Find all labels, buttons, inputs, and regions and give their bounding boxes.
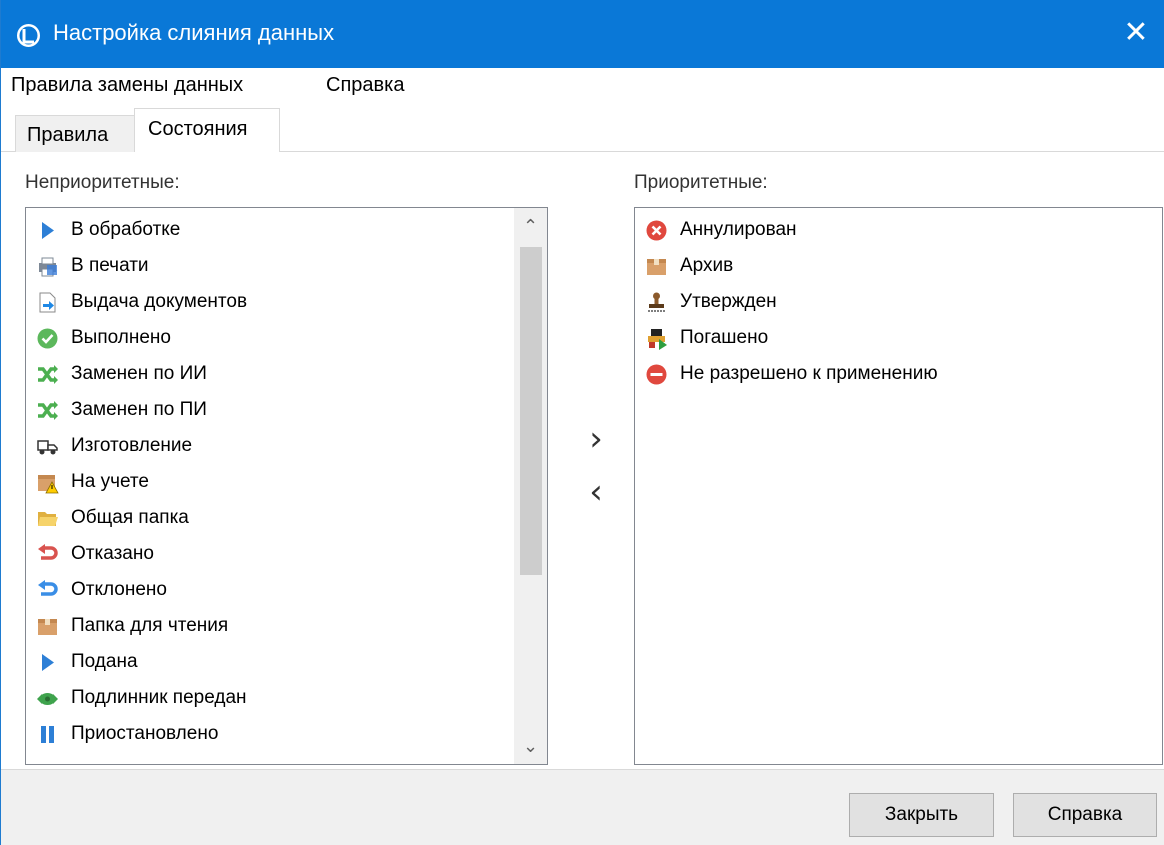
move-to-priority-button[interactable]: › [581, 420, 611, 460]
check-circle-icon [36, 327, 59, 350]
close-window-button[interactable]: ✕ [1107, 0, 1164, 68]
folder-open-icon [36, 507, 59, 530]
list-item-label: Папка для чтения [71, 615, 229, 636]
shuffle-icon [36, 399, 59, 422]
help-button[interactable]: Справка [1013, 793, 1157, 837]
menu-replacement-rules[interactable]: Правила замены данных [11, 74, 243, 97]
list-item[interactable]: В печати [36, 248, 149, 284]
box-icon [36, 615, 59, 638]
shuffle-icon [36, 363, 59, 386]
menu-help[interactable]: Справка [326, 74, 404, 97]
app-logo-icon [16, 23, 41, 48]
list-item-label: Утвержден [680, 291, 777, 312]
list-item-label: Отказано [71, 543, 154, 564]
priority-label: Приоритетные: [634, 172, 768, 193]
list-item-label: На учете [71, 471, 149, 492]
list-item-label: Аннулирован [680, 219, 797, 240]
list-item[interactable]: В обработке [36, 212, 180, 248]
list-item[interactable]: Общая папка [36, 500, 189, 536]
menu-bar: Правила замены данных Справка [1, 68, 1164, 106]
list-item-label: Не разрешено к применению [680, 363, 938, 384]
box-warning-icon [36, 471, 59, 494]
document-arrow-icon [36, 291, 59, 314]
list-item-label: Архив [680, 255, 734, 276]
list-item[interactable]: Отказано [36, 536, 154, 572]
list-item[interactable]: Отклонено [36, 572, 167, 608]
non-priority-list[interactable]: В обработке В печати Выдача документов В… [25, 207, 548, 765]
window-title: Настройка слияния данных [53, 20, 335, 45]
list-item-label: В обработке [71, 219, 181, 240]
list-item[interactable]: Архив [645, 248, 733, 284]
list-item[interactable]: Не разрешено к применению [645, 356, 938, 392]
list-item[interactable]: Заменен по ИИ [36, 356, 207, 392]
list-item[interactable]: Заменен по ПИ [36, 392, 207, 428]
list-item-label: Общая папка [71, 507, 189, 528]
list-item-label: Приостановлено [71, 723, 219, 744]
priority-list[interactable]: Аннулирован Архив Утвержден Погашено Не … [634, 207, 1163, 765]
list-item-label: Подлинник передан [71, 687, 247, 708]
no-entry-icon [645, 363, 668, 386]
list-item[interactable]: Приостановлено [36, 716, 218, 752]
list-item[interactable]: Утвержден [645, 284, 777, 320]
list-item-label: Погашено [680, 327, 769, 348]
button-bar: Закрыть Справка [1, 769, 1164, 845]
list-item[interactable]: Выдача документов [36, 284, 247, 320]
list-item[interactable]: Выполнено [36, 320, 171, 356]
play-arrow-icon [36, 651, 59, 674]
move-to-non-priority-button[interactable]: ‹ [581, 473, 611, 513]
list-item[interactable]: Подлинник передан [36, 680, 247, 716]
states-tab-content: Неприоритетные: Приоритетные: В обработк… [1, 152, 1164, 769]
close-button[interactable]: Закрыть [849, 793, 994, 837]
list-item-label: Отклонено [71, 579, 167, 600]
non-priority-label: Неприоритетные: [25, 172, 180, 193]
tab-rules[interactable]: Правила [15, 115, 135, 152]
list-item[interactable]: Папка для чтения [36, 608, 228, 644]
title-bar[interactable]: Настройка слияния данных ✕ [1, 0, 1164, 68]
stamp-paid-icon [645, 327, 668, 350]
scroll-up-button[interactable]: ⌃ [514, 208, 547, 244]
list-item[interactable]: Подана [36, 644, 138, 680]
cancel-circle-icon [645, 219, 668, 242]
list-item[interactable]: На учете [36, 464, 149, 500]
list-item-label: Заменен по ПИ [71, 399, 207, 420]
pause-icon [36, 723, 59, 746]
undo-blue-icon [36, 579, 59, 602]
scroll-thumb[interactable] [520, 247, 542, 575]
list-item-label: Выполнено [71, 327, 171, 348]
play-arrow-icon [36, 219, 59, 242]
list-item-label: Подана [71, 651, 138, 672]
vertical-scrollbar[interactable]: ⌃ ⌄ [514, 208, 547, 764]
stamp-icon [645, 291, 668, 314]
list-item-label: В печати [71, 255, 149, 276]
undo-red-icon [36, 543, 59, 566]
scroll-down-button[interactable]: ⌄ [514, 728, 547, 764]
list-item[interactable]: Погашено [645, 320, 768, 356]
list-item[interactable]: Аннулирован [645, 212, 797, 248]
merge-settings-window: Настройка слияния данных ✕ Правила замен… [0, 0, 1164, 845]
list-item[interactable]: Изготовление [36, 428, 192, 464]
list-item-label: Изготовление [71, 435, 193, 456]
box-icon [645, 255, 668, 278]
list-item-label: Выдача документов [71, 291, 248, 312]
truck-icon [36, 435, 59, 458]
tab-states[interactable]: Состояния [134, 108, 280, 154]
transfer-icon [36, 687, 59, 710]
list-item-label: Заменен по ИИ [71, 363, 207, 384]
tab-strip: Правила Состояния [1, 106, 1164, 154]
printer-icon [36, 255, 59, 278]
